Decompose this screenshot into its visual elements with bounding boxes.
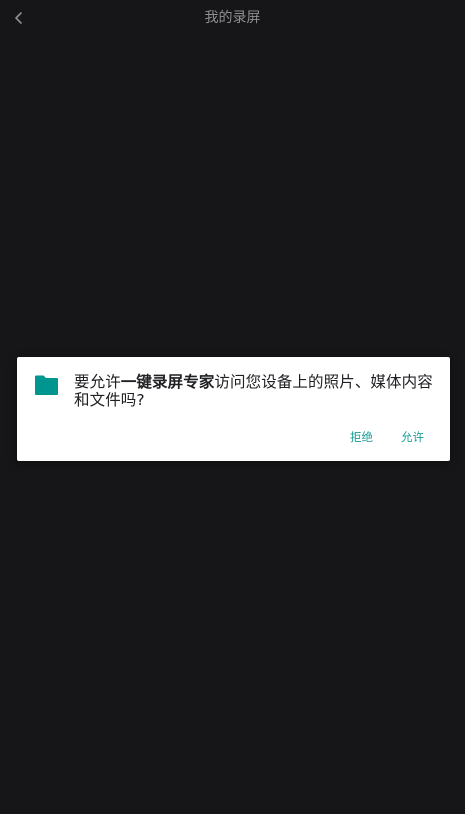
permission-message: 要允许一键录屏专家访问您设备上的照片、媒体内容和文件吗?	[74, 373, 444, 409]
permission-dialog: 要允许一键录屏专家访问您设备上的照片、媒体内容和文件吗? 拒绝 允许	[17, 357, 450, 461]
dialog-actions: 拒绝 允许	[17, 428, 450, 448]
folder-icon	[34, 374, 59, 396]
message-prefix: 要允许	[74, 373, 121, 391]
deny-button[interactable]: 拒绝	[350, 428, 373, 446]
allow-button[interactable]: 允许	[401, 428, 424, 446]
app-name: 一键录屏专家	[120, 373, 215, 391]
